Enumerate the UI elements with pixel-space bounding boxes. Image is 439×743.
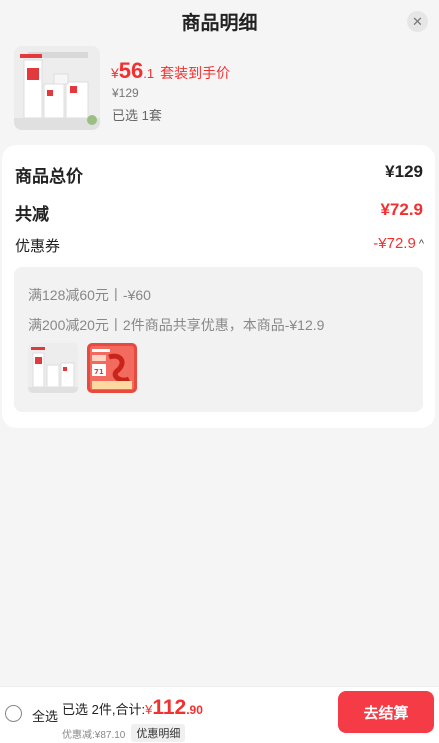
sheet-header: 商品明细 ✕ ¥ 56 .1 套装到手价 ¥129 已选 1套 <box>0 0 439 143</box>
total-decimal: .90 <box>186 703 203 717</box>
coupon-value: -¥72.9 <box>373 235 416 252</box>
price-integer: 56 <box>118 58 144 83</box>
total-integer: 112 <box>152 696 187 719</box>
product-thumbnail-1 <box>28 343 78 393</box>
savings-amount: 优惠减:¥87.10 <box>62 729 126 741</box>
original-price: ¥129 <box>112 86 139 100</box>
discount-value: ¥72.9 <box>380 200 423 219</box>
price-tag: 套装到手价 <box>160 65 231 81</box>
coupon-rule-1: 满128减60元丨-¥60 <box>28 287 151 303</box>
order-total: 已选 2件,合计: ¥ 112 .90 <box>62 696 203 720</box>
total-currency: ¥ <box>145 702 153 717</box>
total-price-value: ¥129 <box>385 162 423 181</box>
product-thumbnail-1-graphic <box>28 343 78 393</box>
select-all-label[interactable]: 全选 <box>32 706 58 725</box>
thumbnail-badge-text: 71 <box>94 368 104 376</box>
close-button[interactable]: ✕ <box>407 11 428 32</box>
discount-detail-button[interactable]: 优惠明细 <box>131 724 186 742</box>
product-image <box>14 46 100 130</box>
total-price-label: 商品总价 <box>15 167 83 186</box>
product-thumbnail-2-graphic: 71 <box>87 343 137 393</box>
coupon-label: 优惠券 <box>15 238 61 255</box>
product-thumbnail-2: 71 <box>87 343 137 393</box>
savings-line: 优惠减:¥87.10 优惠明细 <box>62 724 186 742</box>
discount-label: 共减 <box>15 205 49 224</box>
price-currency: ¥ <box>111 65 119 81</box>
checkout-button[interactable]: 去结算 <box>338 691 434 733</box>
bundle-price: ¥ 56 .1 套装到手价 <box>111 58 230 84</box>
select-all-checkbox[interactable] <box>5 705 22 722</box>
price-summary-card: 商品总价 ¥129 共减 ¥72.9 优惠券 -¥72.9 ^ 满128减60元… <box>2 145 435 428</box>
selected-count: 已选 1套 <box>112 108 162 123</box>
chevron-up-icon: ^ <box>418 237 424 250</box>
checkout-bar: 全选 已选 2件,合计: ¥ 112 .90 优惠减:¥87.10 优惠明细 去… <box>0 686 439 743</box>
coupon-details: 满128减60元丨-¥60 满200减20元丨2件商品共享优惠，本商品-¥12.… <box>14 267 423 412</box>
coupon-toggle[interactable]: -¥72.9 ^ <box>373 235 424 252</box>
product-image-graphic <box>14 46 100 130</box>
close-icon: ✕ <box>412 13 423 29</box>
page-title: 商品明细 <box>181 13 258 34</box>
selected-summary: 已选 2件,合计: <box>62 702 146 717</box>
coupon-rule-2: 满200减20元丨2件商品共享优惠，本商品-¥12.9 <box>28 317 325 333</box>
price-decimal: .1 <box>143 66 155 81</box>
